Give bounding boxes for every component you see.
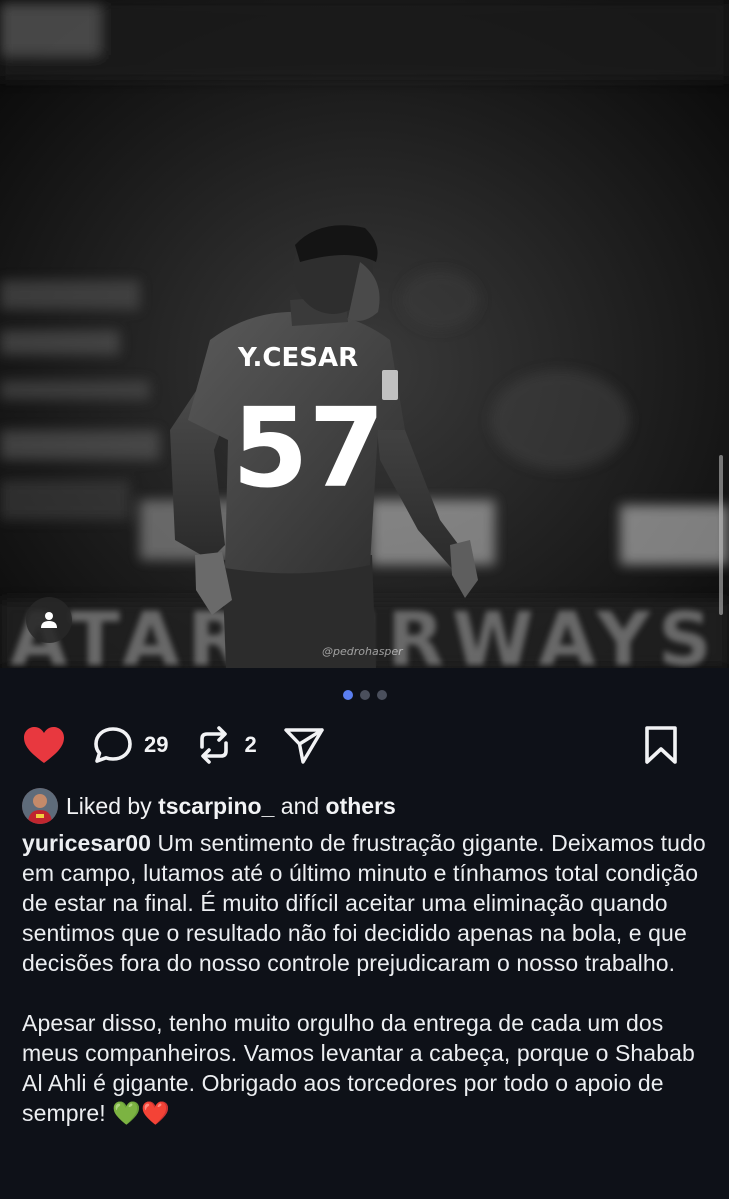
action-bar: 29 2 [22, 722, 705, 768]
post-photo[interactable]: ATAR AIRWAYS Y.CESAR 57 @pedrohasper [0, 0, 729, 668]
jersey-number: 57 [232, 384, 385, 512]
carousel-dot-1[interactable] [342, 690, 353, 700]
user-tag-button[interactable] [26, 597, 72, 643]
repost-arrows-icon [200, 726, 229, 764]
liked-by-others-link[interactable]: others [326, 793, 396, 820]
carousel-indicator [0, 690, 729, 700]
repost-count: 2 [244, 732, 257, 757]
speech-bubble-icon [94, 727, 132, 763]
liked-by-row[interactable]: Liked by tscarpino_ and others [22, 788, 396, 824]
send-plane-icon [284, 728, 324, 764]
jersey-name: Y.CESAR [237, 343, 358, 373]
liked-by-connector: and [280, 792, 320, 819]
liked-by-user-link[interactable]: tscarpino_ [158, 793, 274, 820]
photo-watermark: @pedrohasper [322, 645, 403, 658]
carousel-dot-2[interactable] [359, 690, 370, 700]
heart-filled-icon [24, 727, 64, 763]
avatar[interactable] [22, 788, 58, 824]
bookmark-icon [645, 726, 677, 764]
post-caption: yuricesar00 Um sentimento de frustração … [22, 828, 712, 1128]
comment-count: 29 [144, 732, 169, 757]
like-button[interactable] [22, 725, 66, 765]
comment-button[interactable]: 29 [92, 725, 168, 765]
caption-paragraph-1: yuricesar00 Um sentimento de frustração … [22, 828, 712, 978]
player-photo: ATAR AIRWAYS Y.CESAR 57 [0, 0, 729, 668]
caption-username-link[interactable]: yuricesar00 [22, 830, 151, 856]
repost-button[interactable]: 2 [194, 725, 257, 765]
scrollbar[interactable] [719, 455, 723, 615]
share-button[interactable] [283, 725, 325, 765]
user-silhouette-icon [41, 612, 57, 628]
caption-paragraph-2: Apesar disso, tenho muito orgulho da ent… [22, 1010, 695, 1126]
liker-avatar-image [22, 788, 58, 824]
liked-by-prefix: Liked by [66, 792, 152, 819]
bookmark-button[interactable] [643, 725, 679, 765]
carousel-dot-3[interactable] [376, 690, 387, 700]
